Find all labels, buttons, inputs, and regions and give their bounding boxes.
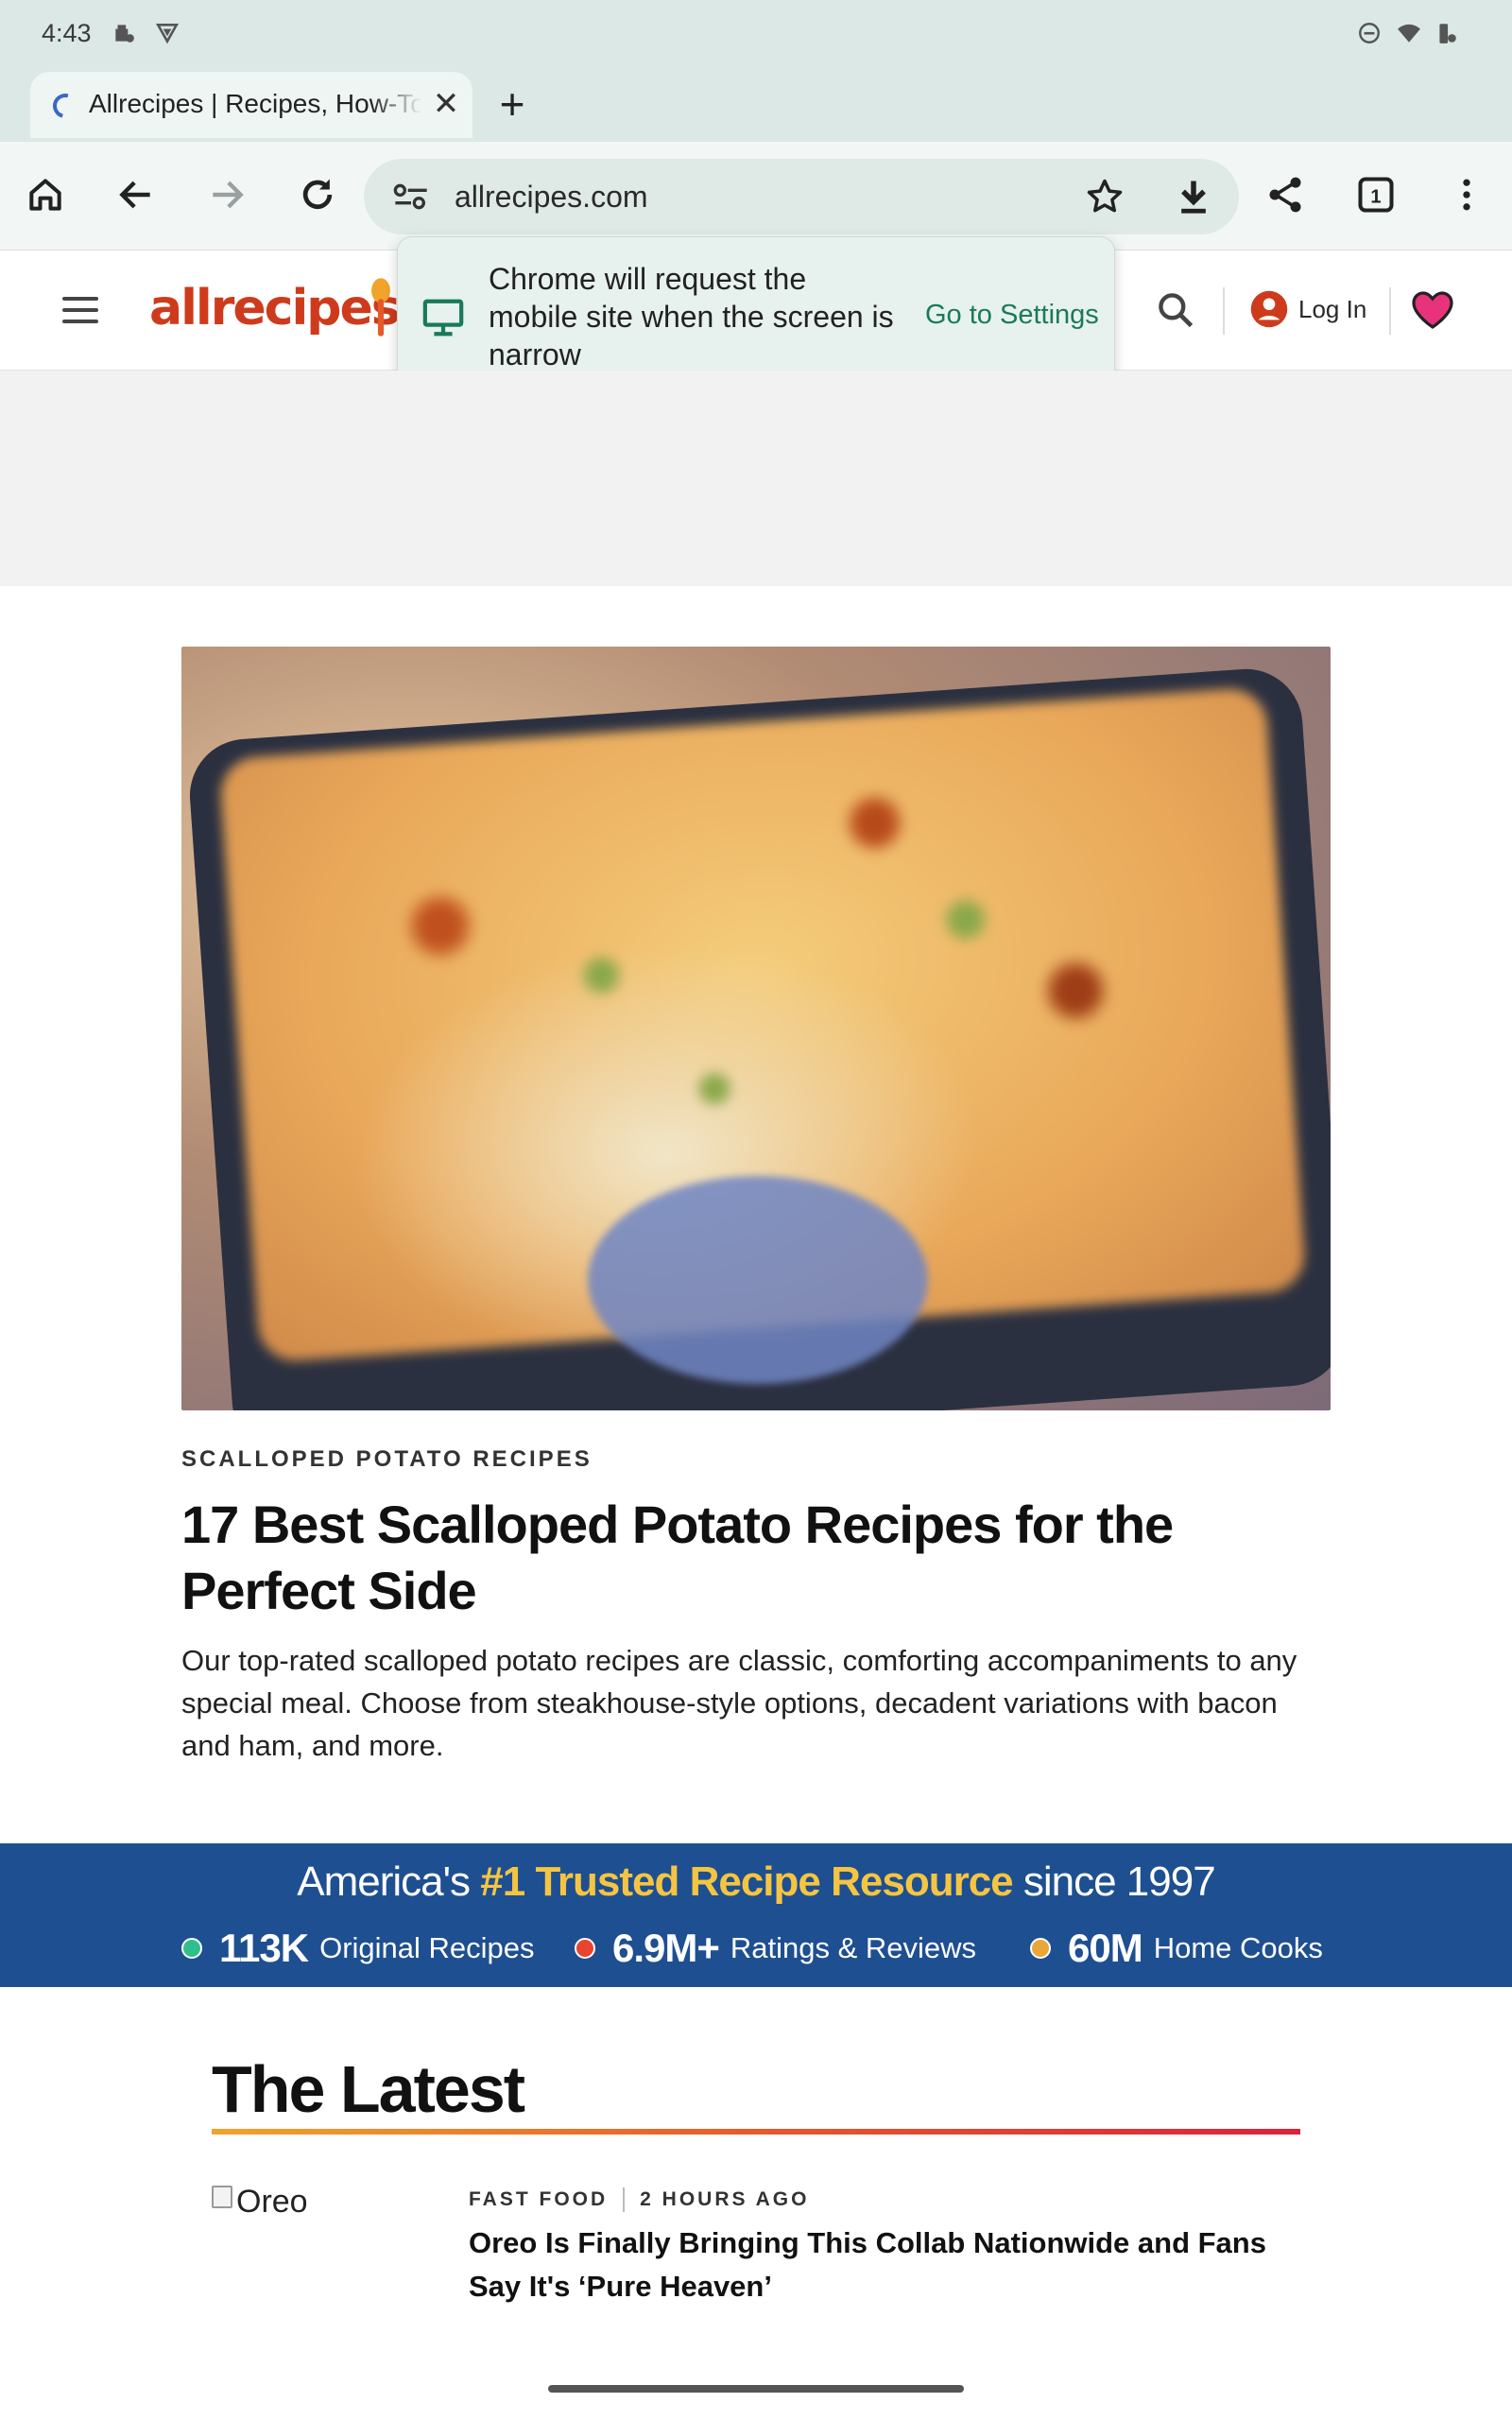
site-settings-icon[interactable] [392, 180, 430, 214]
article-headline[interactable]: 17 Best Scalloped Potato Recipes for the… [181, 1492, 1344, 1624]
back-button[interactable] [110, 168, 163, 221]
dnd-icon [1359, 23, 1380, 43]
serving-spoon [588, 1176, 928, 1384]
new-tab-icon[interactable]: + [490, 79, 535, 129]
loading-spinner-icon [48, 89, 82, 123]
image-alt-text: Oreo [236, 2184, 308, 2220]
go-to-settings-button[interactable]: Go to Settings [925, 300, 1099, 331]
tab-count: 1 [1370, 186, 1381, 207]
address-bar[interactable]: allrecipes.com [364, 159, 1239, 234]
tab-title: Allrecipes | Recipes, How-To Videos and … [89, 89, 421, 118]
forward-button[interactable] [200, 168, 253, 221]
stat-ratings-reviews: 6.9M+ Ratings & Reviews [575, 1925, 976, 1972]
arrow-right-icon [213, 181, 244, 209]
divider [623, 2187, 626, 2212]
site-logo[interactable]: allrecipes [149, 280, 401, 337]
browser-tab[interactable]: Allrecipes | Recipes, How-To Videos and … [30, 72, 472, 138]
broken-image-icon [212, 2186, 232, 2208]
url-text[interactable]: allrecipes.com [455, 180, 648, 215]
wifi-icon [1398, 24, 1420, 43]
card-time: 2 HOURS AGO [640, 2188, 810, 2210]
reload-icon [302, 179, 333, 210]
tab-switcher-icon: 1 [1358, 177, 1394, 213]
status-bar: 4:43 [0, 0, 1512, 68]
stat-dot-icon [181, 1938, 202, 1959]
card-image[interactable]: Oreo [212, 2184, 308, 2221]
bookmark-star-icon[interactable] [1084, 176, 1125, 217]
divider [1389, 287, 1391, 335]
heart-favorites-icon[interactable] [1410, 287, 1455, 333]
stat-original-recipes: 113K Original Recipes [181, 1925, 535, 1972]
share-button[interactable] [1259, 168, 1312, 221]
stat-dot-icon [1030, 1938, 1051, 1959]
latest-heading: The Latest [212, 2052, 525, 2126]
banner-title: America's #1 Trusted Recipe Resource sin… [297, 1858, 1215, 1905]
stat-dot-icon [575, 1938, 595, 1959]
card-title[interactable]: Oreo Is Finally Bringing This Collab Nat… [469, 2221, 1300, 2308]
work-profile-icon [115, 25, 134, 43]
battery-icon [1439, 24, 1456, 43]
hamburger-menu-icon[interactable] [62, 297, 102, 325]
reload-button[interactable] [291, 168, 344, 221]
home-icon [29, 179, 61, 211]
tab-close-icon[interactable]: ✕ [427, 85, 465, 123]
menu-button[interactable] [1440, 168, 1493, 221]
divider [1223, 287, 1225, 335]
gesture-home-bar[interactable] [548, 2385, 964, 2393]
heading-underline [212, 2129, 1300, 2135]
logo-spoon-icon [371, 278, 390, 337]
more-vert-icon [1463, 179, 1470, 211]
user-account-icon[interactable] [1249, 289, 1289, 329]
hero-image[interactable] [181, 647, 1331, 1410]
card-category[interactable]: FAST FOOD [469, 2188, 608, 2211]
status-time: 4:43 [42, 19, 92, 47]
article-kicker[interactable]: SCALLOPED POTATO RECIPES [181, 1446, 593, 1473]
trust-banner: America's #1 Trusted Recipe Resource sin… [0, 1843, 1512, 1987]
article-dek: Our top-rated scalloped potato recipes a… [181, 1644, 1297, 1762]
share-icon [1269, 177, 1301, 213]
tab-switcher-button[interactable]: 1 [1349, 168, 1402, 221]
desktop-monitor-icon [422, 299, 464, 337]
stat-home-cooks: 60M Home Cooks [1030, 1925, 1323, 1972]
login-link[interactable]: Log In [1298, 295, 1366, 324]
ad-placeholder [0, 371, 1512, 586]
card-meta: FAST FOOD 2 HOURS AGO [469, 2187, 809, 2212]
vpn-shield-icon [156, 24, 179, 44]
home-button[interactable] [19, 168, 72, 221]
popup-message: Chrome will request the mobile site when… [489, 262, 894, 372]
arrow-left-icon [119, 181, 150, 209]
search-icon[interactable] [1155, 289, 1196, 331]
download-icon[interactable] [1173, 176, 1214, 217]
